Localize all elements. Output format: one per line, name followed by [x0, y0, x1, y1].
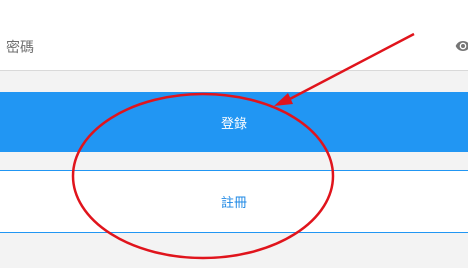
login-button-label: 登錄	[220, 116, 247, 132]
register-button-label: 註冊	[220, 196, 247, 211]
login-button[interactable]: 登錄	[0, 92, 468, 152]
password-label: 密碼	[6, 40, 34, 56]
password-field[interactable]: 密碼	[0, 0, 468, 71]
eye-icon[interactable]	[454, 38, 468, 54]
register-button[interactable]: 註冊	[0, 170, 468, 233]
